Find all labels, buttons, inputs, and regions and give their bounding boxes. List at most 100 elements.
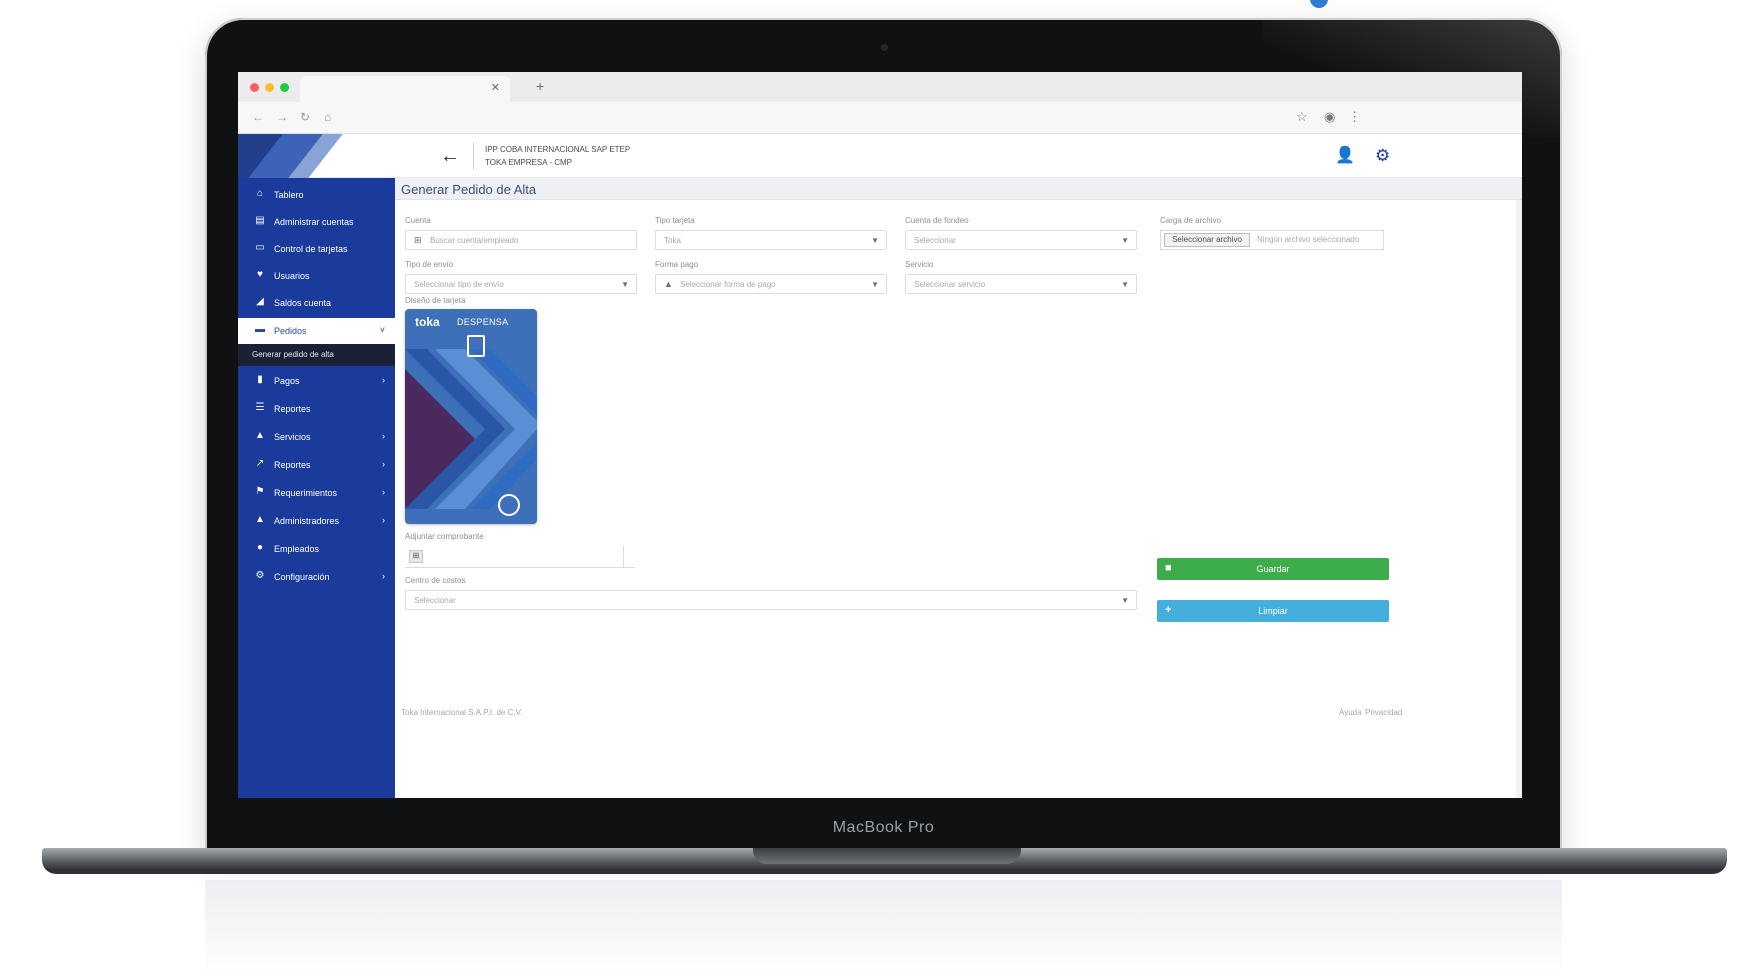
tab-close-icon[interactable]: ✕	[491, 81, 500, 94]
sidebar-item-saldos[interactable]: ◢ Saldos cuenta	[238, 290, 395, 316]
sidebar-item-reportes-2[interactable]: ↗ Reportes ›	[238, 452, 395, 478]
tipo-envio-select[interactable]: Seleccionar tipo de envío ▼	[405, 274, 637, 294]
close-window-icon[interactable]	[250, 83, 259, 92]
cart-icon: ▬	[255, 324, 265, 335]
file-upload-input[interactable]: Seleccionar archivo Ningún archivo selec…	[1160, 230, 1384, 250]
sidebar-item-label: Tablero	[274, 190, 304, 200]
gear-icon: ⚙	[255, 570, 265, 581]
decorative-dot	[1310, 0, 1328, 8]
sidebar-item-label: Configuración	[274, 572, 330, 582]
url-input[interactable]	[346, 108, 1346, 128]
card-design-image[interactable]: toka DESPENSA	[405, 309, 537, 524]
forma-pago-select[interactable]: ▲ Seleccionar forma de pago ▼	[655, 274, 887, 294]
new-tab-icon[interactable]: +	[536, 78, 544, 94]
sidebar-item-servicios[interactable]: ▲ Servicios ›	[238, 424, 395, 450]
back-arrow-icon[interactable]: ←	[440, 145, 460, 168]
chevron-right-icon: ›	[382, 459, 385, 469]
scrollbar[interactable]	[1516, 200, 1522, 798]
comprobante-label: Adjuntar comprobante	[405, 532, 484, 541]
sidebar-item-pedidos[interactable]: ▬ Pedidos ˅	[238, 318, 395, 344]
laptop-mockup: MacBook Pro ✕ + ← → ↻ ⌂ ☆ ◉ ⋮ ← IPP COBA…	[0, 0, 1747, 977]
sidebar-item-usuarios[interactable]: ♥ Usuarios	[238, 263, 395, 289]
app-header: ← IPP COBA INTERNACIONAL SAP ETEP TOKA E…	[238, 134, 1522, 178]
sidebar-item-pagos[interactable]: ▮ Pagos ›	[238, 368, 395, 394]
forma-pago-label: Forma pago	[655, 260, 699, 269]
sidebar-item-administrar-cuentas[interactable]: ▤ Administrar cuentas	[238, 209, 395, 235]
laptop-screen: ✕ + ← → ↻ ⌂ ☆ ◉ ⋮ ← IPP COBA INTERNACION…	[238, 72, 1522, 798]
forward-icon[interactable]: →	[276, 110, 288, 124]
sidebar-item-label: Administradores	[274, 516, 340, 526]
servicio-select[interactable]: Seleccionar servicio ▼	[905, 274, 1137, 294]
tipo-tarjeta-select[interactable]: Toka ▼	[655, 230, 887, 250]
chevron-right-icon: ›	[382, 375, 385, 385]
servicio-label: Servicio	[905, 260, 934, 269]
sidebar-item-reportes[interactable]: ☰ Reportes	[238, 396, 395, 422]
browser-tabbar: ✕ +	[238, 72, 1522, 102]
save-button[interactable]: ■ Guardar	[1157, 558, 1389, 580]
card-brand: toka	[415, 315, 440, 329]
chevron-right-icon: ›	[382, 571, 385, 581]
card-product: DESPENSA	[457, 317, 509, 327]
list-icon: ☰	[255, 402, 265, 413]
clear-button-label: Limpiar	[1258, 606, 1288, 616]
users-icon: ♥	[257, 269, 263, 280]
sidebar-item-tablero[interactable]: ⌂ Tablero	[238, 182, 395, 208]
sidebar-item-label: Reportes	[274, 460, 311, 470]
bookmark-icon[interactable]: ☆	[1296, 109, 1308, 125]
back-icon[interactable]: ←	[252, 110, 264, 124]
sidebar-item-label: Empleados	[274, 544, 320, 554]
sidebar-item-configuracion[interactable]: ⚙ Configuración ›	[238, 564, 395, 590]
footer-privacy-link[interactable]: Privacidad	[1365, 708, 1402, 717]
profile-browser-icon[interactable]: ◉	[1324, 109, 1335, 125]
browser-tab[interactable]: ✕	[300, 76, 510, 102]
submenu-generar-pedido[interactable]: Generar pedido de alta	[238, 344, 395, 366]
admin-icon: ▲	[255, 514, 265, 525]
centro-costos-select[interactable]: Seleccionar ▼	[405, 590, 1137, 610]
centro-costos-value: Seleccionar	[414, 596, 456, 605]
sidebar-item-label: Administrar cuentas	[274, 217, 354, 227]
clear-button[interactable]: + Limpiar	[1157, 600, 1389, 622]
cuenta-fondeo-select[interactable]: Seleccionar ▼	[905, 230, 1137, 250]
upload-end	[623, 546, 635, 568]
credit-card-icon: ▭	[255, 242, 265, 253]
sidebar-item-administradores[interactable]: ▲ Administradores ›	[238, 508, 395, 534]
home-icon: ⌂	[256, 188, 264, 199]
upload-icon[interactable]: ⊞	[409, 550, 423, 563]
reload-icon[interactable]: ↻	[300, 110, 310, 124]
card-icon: ▤	[255, 215, 265, 226]
sidebar-item-label: Servicios	[274, 432, 311, 442]
sidebar-item-label: Usuarios	[274, 271, 310, 281]
forma-pago-value: Seleccionar forma de pago	[680, 280, 776, 289]
file-placeholder: Ningún archivo seleccionado	[1257, 235, 1360, 244]
cuenta-search-input[interactable]: ⊞ Buscar cuenta/empleado	[405, 230, 637, 250]
main-content: Generar Pedido de Alta Cuenta ⊞ Buscar c…	[395, 178, 1522, 798]
chevron-down-icon: ▼	[621, 280, 629, 289]
page-title: Generar Pedido de Alta	[401, 182, 537, 197]
laptop-brand-label: MacBook Pro	[832, 819, 935, 836]
home-browser-icon[interactable]: ⌂	[324, 110, 331, 124]
diseno-label: Diseño de tarjeta	[405, 296, 466, 305]
sidebar-item-empleados[interactable]: ● Empleados	[238, 536, 395, 562]
chevron-down-icon: ▼	[871, 280, 879, 289]
search-icon: ⊞	[414, 235, 422, 245]
menu-icon[interactable]: ⋮	[1348, 109, 1361, 125]
chevron-down-icon: ▼	[1121, 236, 1129, 245]
user-icon[interactable]: 👤	[1335, 145, 1355, 165]
tipo-tarjeta-label: Tipo tarjeta	[655, 216, 695, 225]
minimize-window-icon[interactable]	[265, 83, 274, 92]
footer-help-link[interactable]: Ayuda	[1339, 708, 1362, 717]
comprobante-upload[interactable]: ⊞	[405, 546, 635, 568]
cuenta-placeholder: Buscar cuenta/empleado	[430, 236, 519, 245]
tipo-envio-label: Tipo de envío	[405, 260, 454, 269]
sidebar-item-requerimientos[interactable]: ⚑ Requerimientos ›	[238, 480, 395, 506]
laptop-shadow	[205, 880, 1562, 977]
sidebar-item-control-tarjetas[interactable]: ▭ Control de tarjetas	[238, 236, 395, 262]
laptop-notch	[753, 848, 1021, 864]
page-title-bar: Generar Pedido de Alta	[395, 178, 1522, 200]
camera-icon	[880, 44, 888, 51]
cuenta-label: Cuenta	[405, 216, 431, 225]
choose-file-button[interactable]: Seleccionar archivo	[1164, 233, 1250, 247]
trend-icon: ↗	[255, 458, 265, 469]
maximize-window-icon[interactable]	[280, 83, 289, 92]
settings-gear-icon[interactable]: ⚙	[1375, 146, 1390, 166]
